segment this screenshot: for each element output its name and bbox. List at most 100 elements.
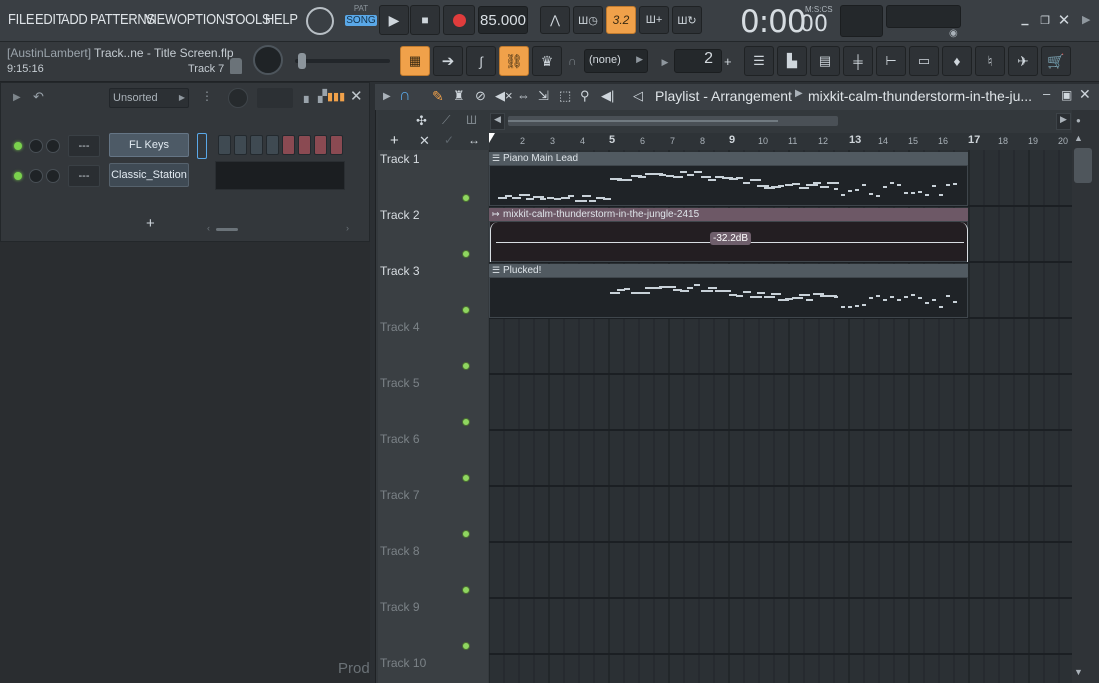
step-button[interactable] bbox=[234, 135, 247, 155]
magnet-icon[interactable]: ∩ bbox=[568, 54, 577, 68]
track-name-4[interactable]: Track 4 bbox=[380, 320, 420, 334]
pattern-num-button[interactable]: 3.2 bbox=[606, 6, 636, 34]
undo-icon[interactable]: ↶ bbox=[33, 89, 44, 105]
track-led[interactable] bbox=[462, 642, 470, 650]
tempo-display[interactable]: 85.000 bbox=[478, 6, 528, 34]
arrow-button[interactable]: ➔ bbox=[433, 46, 463, 76]
paint-icon[interactable]: ♜ bbox=[453, 88, 465, 104]
slice-icon[interactable]: ⇲ bbox=[538, 88, 549, 104]
track-led[interactable] bbox=[462, 250, 470, 258]
typing-keyboard-button[interactable]: ▦ bbox=[400, 46, 430, 76]
volume-knob[interactable] bbox=[46, 169, 60, 183]
step-button[interactable] bbox=[282, 135, 295, 155]
check-icon[interactable]: ✓ bbox=[444, 133, 454, 147]
menu-edit[interactable]: EDIT bbox=[35, 11, 64, 28]
project-button[interactable]: ▭ bbox=[909, 46, 939, 76]
link-button[interactable]: ⛓ bbox=[499, 46, 529, 76]
master-volume-knob[interactable] bbox=[253, 45, 283, 75]
curve-icon[interactable]: ⟋ bbox=[442, 113, 450, 128]
step-button[interactable] bbox=[314, 135, 327, 155]
clip-header[interactable]: mixkit-calm-thunderstorm-in-the-jungle-2… bbox=[489, 208, 968, 221]
timeline-ruler[interactable] bbox=[489, 133, 1072, 150]
loop-record-button[interactable]: Ш↻ bbox=[672, 6, 702, 34]
clip-piano-main-lead[interactable] bbox=[489, 165, 968, 206]
channel-classic-station[interactable]: Classic_Station bbox=[109, 163, 189, 187]
menu-help[interactable]: HELP bbox=[265, 11, 298, 28]
shop-button[interactable]: 🛒 bbox=[1041, 46, 1071, 76]
clip-header[interactable]: Piano Main Lead bbox=[489, 152, 968, 165]
scroll-right-button[interactable]: ▶ bbox=[1056, 113, 1071, 130]
pat-song-toggle[interactable]: PAT SONG bbox=[345, 4, 377, 36]
arrow-right-icon[interactable]: ▶ bbox=[1082, 13, 1090, 26]
fade-in-handle[interactable] bbox=[490, 222, 498, 262]
step-edit-button[interactable]: Ш+ bbox=[639, 6, 669, 34]
maximize-icon[interactable]: ▣ bbox=[1061, 88, 1072, 102]
track-name-6[interactable]: Track 6 bbox=[380, 432, 420, 446]
menu-add[interactable]: ADD bbox=[61, 11, 88, 28]
track-name-3[interactable]: Track 3 bbox=[380, 264, 420, 278]
track-led[interactable] bbox=[462, 474, 470, 482]
swing-knob[interactable] bbox=[228, 88, 248, 108]
wave-icon[interactable]: ✣ bbox=[416, 113, 427, 129]
speaker-icon[interactable]: ◀| bbox=[601, 88, 614, 104]
track-led[interactable] bbox=[462, 418, 470, 426]
channel-select-indicator[interactable] bbox=[197, 133, 207, 159]
play-button[interactable]: ▶ bbox=[379, 5, 409, 35]
scroll-up-icon[interactable]: ▲ bbox=[1074, 133, 1083, 143]
mute-icon[interactable]: ◀× bbox=[495, 88, 513, 104]
playlist-close-icon[interactable]: ✕ bbox=[1079, 86, 1091, 103]
cpu-icon[interactable] bbox=[306, 7, 334, 35]
channel-led[interactable] bbox=[14, 172, 22, 180]
mixer-track-select[interactable]: --- bbox=[68, 135, 100, 157]
wait-button[interactable]: Ш◷ bbox=[573, 6, 603, 34]
help-button[interactable]: ✈ bbox=[1008, 46, 1038, 76]
step-button[interactable] bbox=[298, 135, 311, 155]
playlist-menu-arrow-icon[interactable]: ▶ bbox=[383, 91, 391, 102]
track-led[interactable] bbox=[462, 362, 470, 370]
master-pitch-slider[interactable] bbox=[295, 59, 390, 63]
piano-roll-button[interactable]: ▙ bbox=[777, 46, 807, 76]
track-name-9[interactable]: Track 9 bbox=[380, 600, 420, 614]
pencil-button[interactable]: ∫ bbox=[466, 46, 496, 76]
rack-arrow-icon[interactable]: ▶ bbox=[13, 92, 21, 103]
add-channel-button[interactable]: + bbox=[146, 215, 155, 232]
record-button[interactable] bbox=[443, 5, 475, 35]
select-icon[interactable]: ⬚ bbox=[559, 88, 571, 104]
scroll-left-button[interactable]: ◀ bbox=[490, 113, 505, 130]
pencil-icon[interactable]: ✎ bbox=[432, 88, 444, 105]
mixer-track-select[interactable]: --- bbox=[68, 165, 100, 187]
plus-icon[interactable]: + bbox=[724, 54, 732, 69]
track-name-2[interactable]: Track 2 bbox=[380, 208, 420, 222]
track-name-5[interactable]: Track 5 bbox=[380, 376, 420, 390]
scroll-left-icon[interactable]: ‹ bbox=[207, 223, 210, 233]
minimize-button[interactable]: ▁ bbox=[1016, 12, 1034, 28]
menu-view[interactable]: VIEW bbox=[145, 11, 177, 28]
clip-header[interactable]: Plucked! bbox=[489, 264, 968, 277]
snap-value[interactable]: 2 bbox=[674, 49, 722, 73]
clip-plucked[interactable] bbox=[489, 277, 968, 318]
resize-icon[interactable]: ↔ bbox=[468, 133, 480, 147]
minimize-icon[interactable]: ‒ bbox=[1043, 86, 1050, 101]
more-icon[interactable]: ⋮ bbox=[201, 89, 213, 103]
track-name-1[interactable]: Track 1 bbox=[380, 152, 420, 166]
browser-button[interactable]: ⊢ bbox=[876, 46, 906, 76]
slip-icon[interactable]: ⇔ bbox=[517, 88, 530, 103]
plugin-button[interactable]: ♦ bbox=[942, 46, 972, 76]
track-name-7[interactable]: Track 7 bbox=[380, 488, 420, 502]
rack-close-icon[interactable]: ✕ bbox=[350, 87, 363, 105]
volume-knob[interactable] bbox=[46, 139, 60, 153]
pattern-select[interactable]: (none) ▶ bbox=[584, 49, 648, 73]
slider-handle[interactable] bbox=[298, 53, 306, 69]
add-track-icon[interactable]: + bbox=[390, 132, 399, 149]
step-button[interactable] bbox=[218, 135, 231, 155]
vertical-scrollbar[interactable]: ● ▲ ▼ bbox=[1072, 110, 1099, 683]
piano-icon[interactable]: Ш bbox=[466, 113, 477, 127]
rack-scrollbar[interactable] bbox=[216, 228, 238, 231]
mixer-button[interactable]: ╪ bbox=[843, 46, 873, 76]
close-button[interactable]: ✕ bbox=[1055, 11, 1073, 29]
stamp-button[interactable]: ♛ bbox=[532, 46, 562, 76]
channel-rack-button[interactable]: ▤ bbox=[810, 46, 840, 76]
track-led[interactable] bbox=[462, 306, 470, 314]
scroll-right-icon[interactable]: › bbox=[346, 223, 349, 233]
scroll-down-icon[interactable]: ▼ bbox=[1074, 667, 1083, 677]
